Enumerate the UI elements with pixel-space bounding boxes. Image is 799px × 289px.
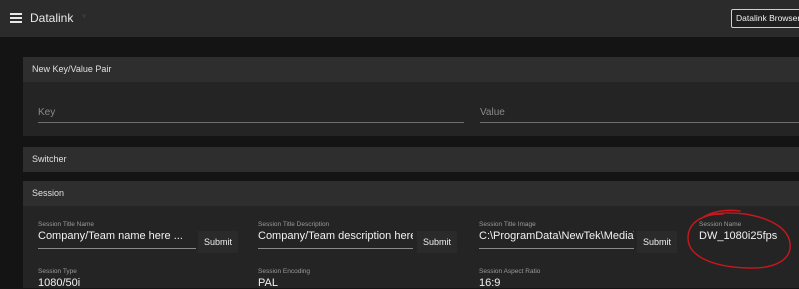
session-encoding-label: Session Encoding	[258, 268, 311, 275]
session-title-image-value[interactable]: C:\ProgramData\NewTek\Media\Sti	[479, 230, 634, 242]
hamburger-menu-icon[interactable]	[10, 13, 22, 23]
switcher-header[interactable]: Switcher	[23, 147, 799, 172]
session-header[interactable]: Session	[23, 181, 799, 206]
session-title-name-field[interactable]: Session Title Name Company/Team name her…	[38, 221, 196, 251]
switcher-panel[interactable]: Switcher	[23, 147, 799, 172]
session-title-description-value[interactable]: Company/Team description here ...	[258, 230, 413, 242]
session-title-name-value[interactable]: Company/Team name here ...	[38, 230, 196, 242]
session-title-description-label: Session Title Description	[258, 221, 330, 228]
session-title-description-field[interactable]: Session Title Description Company/Team d…	[258, 221, 413, 251]
key-input[interactable]: Key	[38, 107, 464, 123]
session-aspect-ratio-field[interactable]: Session Aspect Ratio 16:9	[479, 268, 629, 289]
session-name-value[interactable]: DW_1080i25fps	[699, 230, 799, 242]
session-title-name-label: Session Title Name	[38, 221, 94, 228]
session-aspect-ratio-value[interactable]: 16:9	[479, 277, 629, 289]
app-title: Datalink	[30, 11, 74, 25]
session-panel: Session Session Title Name Company/Team …	[23, 181, 799, 289]
session-aspect-ratio-label: Session Aspect Ratio	[479, 268, 541, 275]
new-key-value-panel: New Key/Value Pair Key Value	[23, 57, 799, 136]
session-name-label: Session Name	[699, 221, 742, 228]
submit-title-image-button[interactable]: Submit	[637, 231, 677, 253]
top-app-bar: Datalink ▾ Datalink Browser	[0, 0, 799, 37]
submit-title-description-button[interactable]: Submit	[417, 231, 457, 253]
session-title-image-field[interactable]: Session Title Image C:\ProgramData\NewTe…	[479, 221, 634, 251]
session-encoding-field[interactable]: Session Encoding PAL	[258, 268, 408, 289]
session-type-value[interactable]: 1080/50i	[38, 277, 188, 289]
new-key-value-header: New Key/Value Pair	[23, 57, 799, 82]
value-input[interactable]: Value	[480, 107, 799, 123]
session-encoding-value[interactable]: PAL	[258, 277, 408, 289]
session-type-label: Session Type	[38, 268, 77, 275]
submit-title-name-button[interactable]: Submit	[198, 231, 238, 253]
session-type-field[interactable]: Session Type 1080/50i	[38, 268, 188, 289]
session-name-field[interactable]: Session Name DW_1080i25fps	[699, 221, 799, 251]
title-dropdown-icon[interactable]: ▾	[82, 11, 87, 22]
session-title-image-label: Session Title Image	[479, 221, 536, 228]
datalink-browser-button[interactable]: Datalink Browser	[731, 9, 799, 28]
